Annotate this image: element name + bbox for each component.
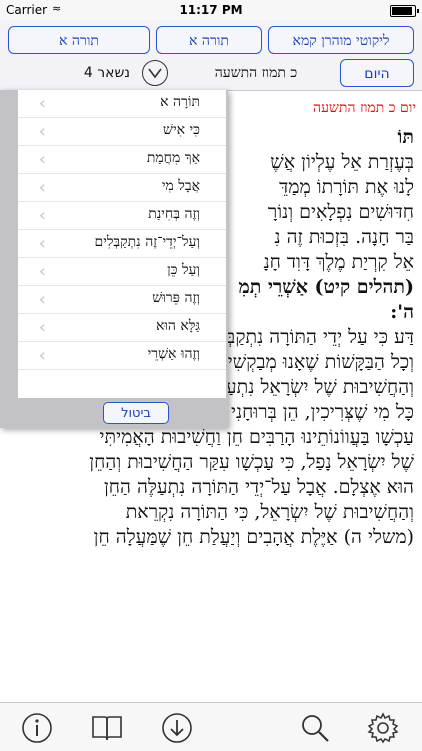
today-button[interactable]: היום xyxy=(340,59,414,87)
text-line: וְהַחֲשִׁיבוּת שֶׁל יִשְׂרָאֵל, כִּי הַת… xyxy=(125,501,414,523)
status-bar: Carrier ≈ 11:17 PM xyxy=(0,0,422,20)
list-item[interactable]: ‹ אֲבָל מִי xyxy=(18,174,226,202)
list-item[interactable]: ‹ וְזֶה בְּחִינַת xyxy=(18,202,226,230)
settings-icon[interactable] xyxy=(366,711,400,745)
date-heading: יום כ תמוז התשעה xyxy=(313,100,416,116)
top-toolbar: ליקוטי מוהרן קמא תורה א תורה א xyxy=(0,20,422,56)
download-icon[interactable] xyxy=(160,711,194,745)
current-date: כ תמוז התשעה xyxy=(214,65,298,81)
cancel-button[interactable]: ביטול xyxy=(103,402,169,424)
section-button[interactable]: תורה א xyxy=(8,26,150,54)
text-line: עַכְשָׁו בַּעֲווֹנוֹתֵינוּ הָרַבִּים חֵן… xyxy=(99,426,414,448)
search-icon[interactable] xyxy=(298,711,332,745)
list-item[interactable]: ‹ וְזֶה פֵּרוּשׁ xyxy=(18,286,226,314)
chevron-down-icon[interactable] xyxy=(142,60,168,86)
book-icon[interactable] xyxy=(90,711,124,745)
list-item[interactable]: ‹ תּוֹרָה א xyxy=(18,90,226,118)
book-button[interactable]: ליקוטי מוהרן קמא xyxy=(268,26,414,54)
info-icon[interactable] xyxy=(20,711,54,745)
battery-icon xyxy=(390,5,419,17)
list-item[interactable]: ‹ גַּלָּא הוּא xyxy=(18,314,226,342)
torah-button[interactable]: תורה א xyxy=(156,26,262,54)
list-item[interactable]: ‹ כִּי אִישׁ xyxy=(18,118,226,146)
clock: 11:17 PM xyxy=(179,3,243,17)
text-line: שֶׁל יִשְׂרָאֵל נָפַל, כִּי עַכְשָׁו עִק… xyxy=(89,451,414,473)
remaining-count: נשאר 4 xyxy=(83,65,130,81)
list-item[interactable]: ‹ וְעַל כֵּן xyxy=(18,258,226,286)
list-item[interactable]: ‹ וְעַל־יְדֵי־זֶה נִתְקַבְּלִים xyxy=(18,230,226,258)
list-item[interactable]: ‹ וְזֶהוּ אַשְׁרֵי xyxy=(18,342,226,370)
list-item[interactable]: ‹ אַךְ מִחֲמַת xyxy=(18,146,226,174)
date-toolbar: היום כ תמוז התשעה נשאר 4 xyxy=(0,56,422,91)
text-line: (משלי ה) אַיֶּלֶת אֲהָבִים וְיַעֲלַת חֵן… xyxy=(93,526,414,548)
section-list: ‹ תּוֹרָה א ‹ כִּי אִישׁ ‹ אַךְ מִחֲמַת ‹ אֲ… xyxy=(18,90,226,398)
text-line: הוּא אֶצְלָם. אֲבָל עַל־יְדֵי הַתּוֹרָה … xyxy=(103,476,414,498)
bottom-toolbar xyxy=(0,702,422,751)
section-menu: ‹ תּוֹרָה א ‹ כִּי אִישׁ ‹ אַךְ מִחֲמַת ‹ אֲ… xyxy=(0,90,228,428)
